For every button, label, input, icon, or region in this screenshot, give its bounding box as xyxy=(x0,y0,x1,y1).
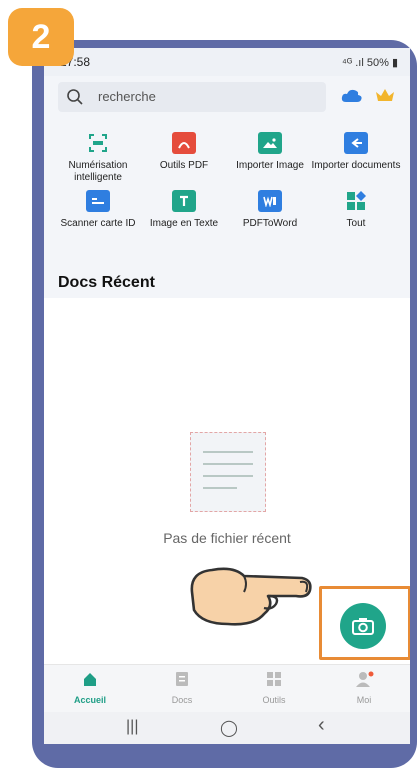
nav-label: Docs xyxy=(171,695,193,705)
tool-pdf-to-word[interactable]: PDFToWord xyxy=(224,190,316,230)
tool-all[interactable]: Tout xyxy=(310,190,402,230)
tool-label: Importer documents xyxy=(311,160,401,171)
system-nav-bar: ||| ◯ ‹ xyxy=(44,712,410,744)
signal-icon: ⁴ᴳ .ıl xyxy=(341,57,364,69)
all-icon xyxy=(344,190,368,212)
id-card-icon xyxy=(86,190,110,212)
word-icon xyxy=(258,190,282,212)
step-badge: 2 xyxy=(8,8,74,66)
home-header: recherche Numérisation intelligente Outi… xyxy=(44,76,410,298)
recent-docs-title: Docs Récent xyxy=(58,274,155,291)
home-icon xyxy=(84,673,96,686)
step-number: 2 xyxy=(31,17,51,56)
search-icon xyxy=(67,89,83,105)
tool-pdf[interactable]: Outils PDF xyxy=(138,132,230,172)
search-input[interactable]: recherche xyxy=(98,89,156,104)
tool-smart-scan[interactable]: Numérisation intelligente xyxy=(52,132,144,184)
pdf-icon xyxy=(172,132,196,154)
tools-icon xyxy=(267,672,281,686)
tool-label: Outils PDF xyxy=(159,160,209,171)
tool-id-card[interactable]: Scanner carte ID xyxy=(52,190,144,230)
camera-button[interactable] xyxy=(340,603,386,649)
tool-image-to-text[interactable]: Image en Texte xyxy=(138,190,230,230)
battery-icon: ▮ xyxy=(391,57,398,69)
pointing-hand-icon xyxy=(190,567,312,626)
tool-label: PDFToWord xyxy=(242,218,298,229)
tool-label: Scanner carte ID xyxy=(60,218,136,229)
search-bar[interactable]: recherche xyxy=(58,82,326,112)
recents-button[interactable]: ||| xyxy=(126,718,138,736)
home-button[interactable]: ◯ xyxy=(220,718,238,738)
image-icon xyxy=(258,132,282,154)
nav-home[interactable]: Accueil xyxy=(44,671,136,705)
bottom-nav: Accueil Docs Outils Moi xyxy=(44,664,410,712)
scan-icon xyxy=(86,132,110,154)
nav-label: Accueil xyxy=(73,695,106,705)
camera-icon xyxy=(352,618,374,635)
battery-text: 50% xyxy=(366,57,389,69)
tool-label: Image en Texte xyxy=(149,218,219,229)
nav-tools[interactable]: Outils xyxy=(228,671,320,705)
tool-label: Tout xyxy=(346,218,366,229)
status-bar: 17:58 ⁴ᴳ .ıl 50% ▮ xyxy=(44,48,410,76)
tool-import-documents[interactable]: Importer documents xyxy=(310,132,402,172)
nav-docs[interactable]: Docs xyxy=(136,671,228,705)
nav-label: Outils xyxy=(262,695,286,705)
back-button[interactable]: ‹ xyxy=(318,714,325,737)
docs-icon xyxy=(176,672,188,686)
app-screen: 17:58 ⁴ᴳ .ıl 50% ▮ recherche Numérisatio… xyxy=(44,48,410,744)
cloud-icon[interactable] xyxy=(341,88,363,104)
text-icon xyxy=(172,190,196,212)
profile-icon xyxy=(356,671,374,687)
tool-label: Importer Image xyxy=(236,160,304,171)
nav-profile[interactable]: Moi xyxy=(318,671,410,705)
tool-label: Numérisation intelligente xyxy=(68,160,128,183)
tool-import-image[interactable]: Importer Image xyxy=(224,132,316,172)
empty-doc-illustration xyxy=(190,432,266,512)
nav-label: Moi xyxy=(356,695,372,705)
status-right: ⁴ᴳ .ıl 50% ▮ xyxy=(342,56,398,69)
import-documents-icon xyxy=(344,132,368,154)
crown-icon[interactable] xyxy=(374,87,396,103)
empty-state-text: Pas de fichier récent xyxy=(163,530,291,546)
